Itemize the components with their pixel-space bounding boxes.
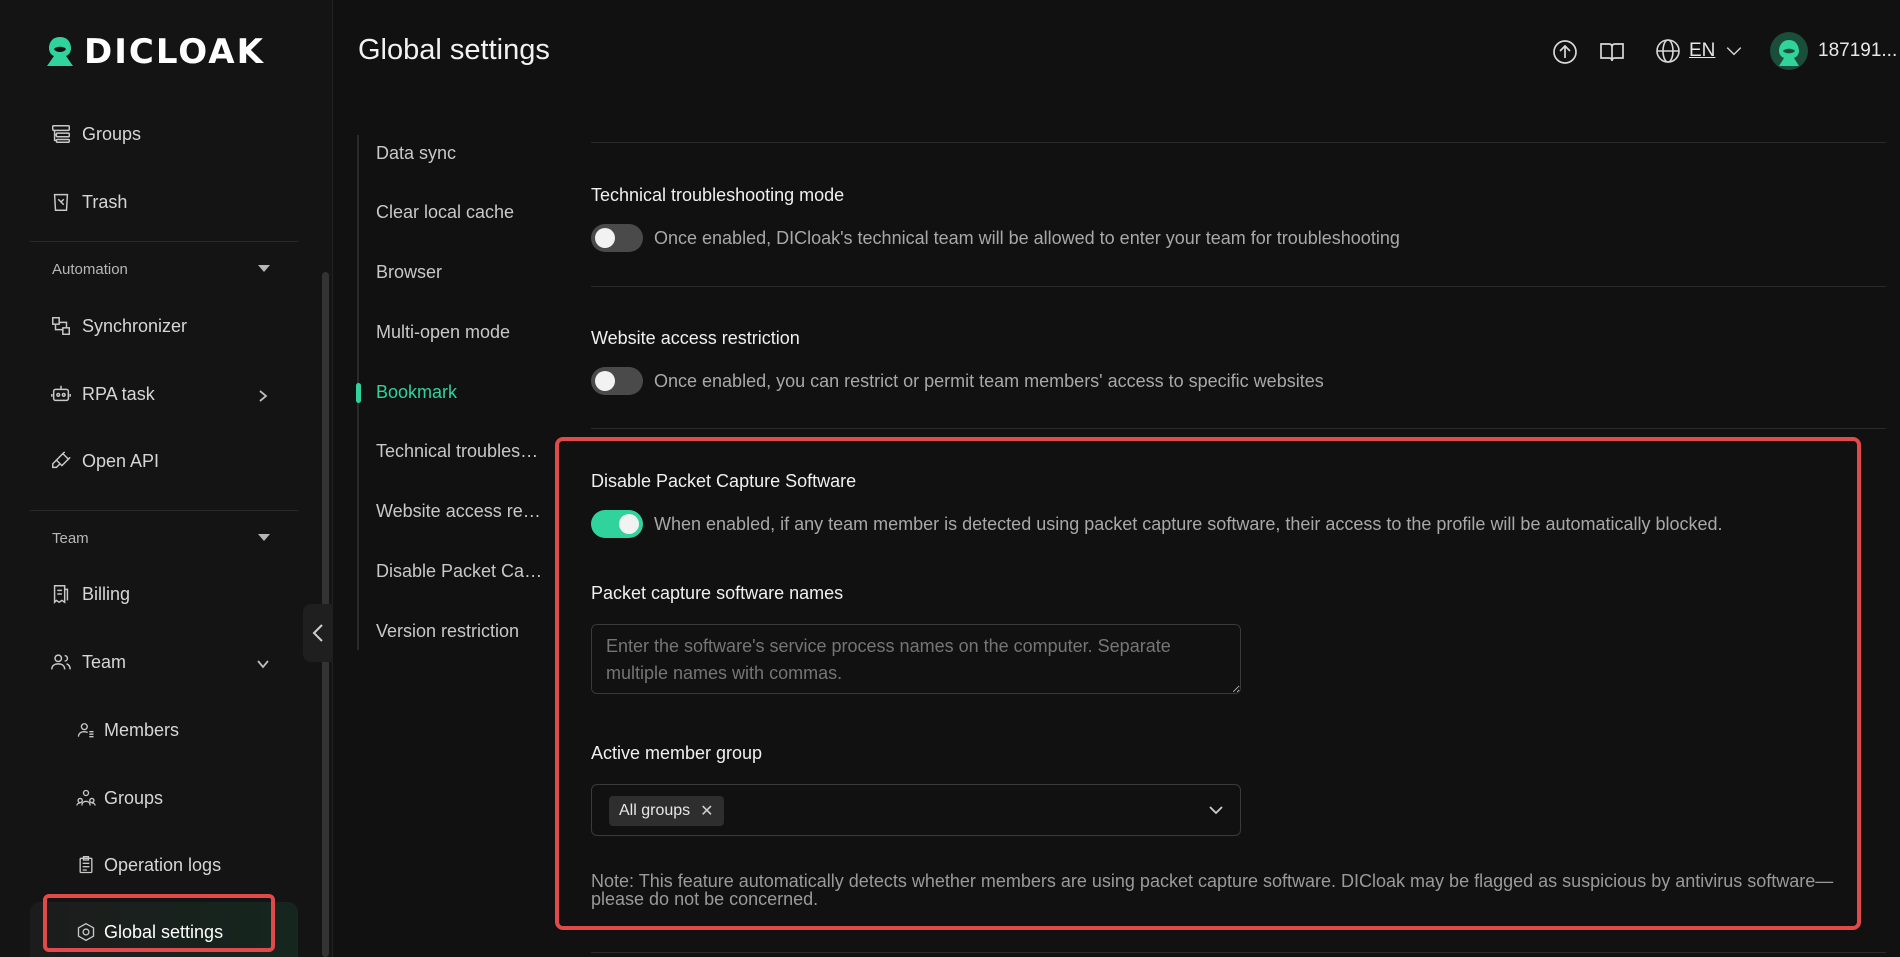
clipboard-icon <box>79 856 93 874</box>
sidebar-item-billing[interactable]: Billing <box>50 574 130 614</box>
chevron-down-icon <box>1727 47 1742 56</box>
anchor-data-sync[interactable]: Data sync <box>376 143 548 164</box>
sidebar-item-label: Groups <box>104 787 164 808</box>
toggle-knob <box>595 371 615 391</box>
upload-icon[interactable] <box>1551 38 1579 66</box>
technical-title: Technical troubleshooting mode <box>591 185 845 205</box>
user-avatar-icon <box>1779 40 1799 66</box>
sidebar-item-label: Groups <box>82 123 142 144</box>
sidebar-subitem-groups[interactable]: Groups <box>76 778 163 818</box>
sidebar-item-groups[interactable]: Groups <box>50 114 141 154</box>
technical-description: Once enabled, DICloak's technical team w… <box>654 228 1400 248</box>
sidebar-item-rpa-task[interactable]: RPA task <box>50 374 155 414</box>
sync-icon <box>52 317 70 335</box>
website-description: Once enabled, you can restrict or permit… <box>654 371 1324 391</box>
user-menu[interactable]: 187191... <box>1770 32 1897 70</box>
sidebar-item-label: Open API <box>82 450 160 471</box>
section-divider <box>591 428 1886 429</box>
caret-down-icon[interactable] <box>258 265 270 272</box>
website-title: Website access restriction <box>591 328 800 348</box>
chevron-left-icon <box>312 624 323 642</box>
section-team: Team <box>52 530 89 547</box>
sidebar-item-label: Operation logs <box>104 854 222 875</box>
language-selector[interactable]: EN <box>1655 38 1745 64</box>
anchor-active-indicator <box>356 383 361 403</box>
robot-icon <box>51 385 71 402</box>
sidebar-subitem-members[interactable]: Members <box>76 710 179 750</box>
plug-icon <box>52 451 71 469</box>
group-icon <box>76 789 96 806</box>
anchor-website-access-restriction[interactable]: Website access restriction <box>376 501 548 522</box>
sidebar-subitem-operation-logs[interactable]: Operation logs <box>76 845 221 885</box>
sidebar-item-label: Synchronizer <box>82 315 188 336</box>
website-toggle[interactable] <box>591 367 643 395</box>
technical-toggle[interactable] <box>591 224 643 252</box>
trash-icon <box>53 193 69 211</box>
sidebar-item-label: Billing <box>82 583 131 604</box>
anchor-multi-open-mode[interactable]: Multi-open mode <box>376 322 548 343</box>
brand-logo[interactable]: DICLOAK <box>44 32 265 72</box>
collapse-sidebar-button[interactable] <box>303 604 333 662</box>
sidebar-item-trash[interactable]: Trash <box>50 182 127 222</box>
chevron-down-icon[interactable] <box>256 657 269 669</box>
anchor-bookmark[interactable]: Bookmark <box>376 382 548 403</box>
sidebar-item-label: Members <box>104 719 180 740</box>
anchor-clear-local-cache[interactable]: Clear local cache <box>376 202 548 223</box>
sidebar-divider <box>30 241 298 242</box>
member-icon <box>77 723 94 738</box>
sidebar-item-label: Team <box>82 651 127 672</box>
anchor-technical-troubleshooting[interactable]: Technical troubleshooting mode <box>376 441 548 462</box>
sidebar-item-open-api[interactable]: Open API <box>50 441 159 481</box>
globe-icon <box>1656 39 1680 63</box>
section-divider <box>591 952 1886 953</box>
folder-tree-icon <box>52 125 70 143</box>
section-divider <box>591 286 1886 287</box>
sidebar: DICLOAK Groups Trash Automation Synchron… <box>0 0 333 957</box>
users-icon <box>51 654 71 670</box>
anchor-browser[interactable]: Browser <box>376 262 548 283</box>
avatar <box>1770 32 1808 70</box>
receipt-icon <box>53 585 69 605</box>
sidebar-item-team[interactable]: Team <box>50 642 126 682</box>
cloak-logo-icon <box>47 37 73 66</box>
anchor-version-restriction[interactable]: Version restriction <box>376 621 548 642</box>
sidebar-item-label: Trash <box>82 191 128 212</box>
page-title: Global settings <box>358 34 550 66</box>
book-icon[interactable] <box>1598 38 1626 66</box>
sidebar-divider <box>30 510 298 511</box>
highlight-frame <box>43 894 275 952</box>
section-divider <box>591 142 1886 143</box>
chevron-right-icon[interactable] <box>256 389 268 402</box>
section-automation: Automation <box>52 261 128 278</box>
highlight-frame <box>555 437 1861 930</box>
sidebar-item-synchronizer[interactable]: Synchronizer <box>50 306 187 346</box>
brand-name: DICLOAK <box>84 32 265 72</box>
user-name: 187191... <box>1818 40 1898 61</box>
toggle-knob <box>595 228 615 248</box>
caret-down-icon[interactable] <box>258 534 270 541</box>
language-label: EN <box>1689 40 1716 61</box>
anchor-disable-packet-capture[interactable]: Disable Packet Capture Software <box>376 561 548 582</box>
sidebar-item-label: RPA task <box>82 383 155 404</box>
